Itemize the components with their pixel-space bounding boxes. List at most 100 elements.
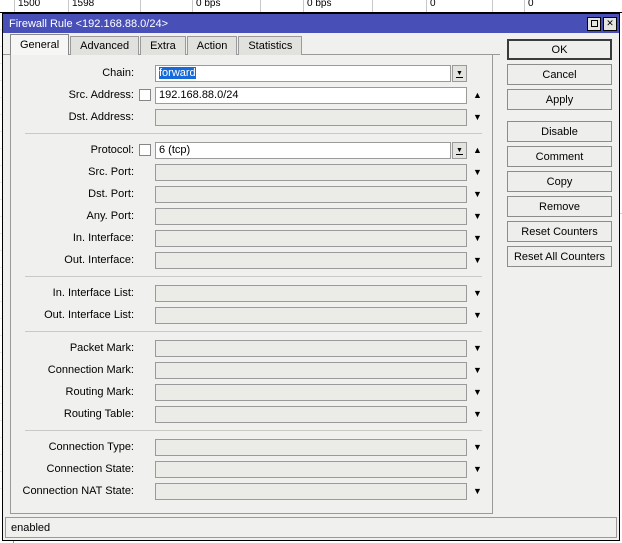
input-dst-address[interactable] bbox=[155, 108, 467, 126]
field-row-out-interface: Out. Interface: ▼ bbox=[11, 249, 492, 271]
selected-text: forward bbox=[159, 66, 196, 79]
input-connection-mark[interactable] bbox=[155, 361, 467, 379]
label-chain: Chain: bbox=[102, 67, 134, 79]
field-row-connection-state: Connection State: ▼ bbox=[11, 458, 492, 480]
label-routing-table: Routing Table: bbox=[63, 408, 134, 420]
label-out-interface-list: Out. Interface List: bbox=[44, 309, 134, 321]
maximize-icon[interactable] bbox=[587, 16, 601, 31]
dropdown-button-chain[interactable]: ▼ bbox=[452, 64, 467, 82]
status-bar: enabled bbox=[5, 517, 617, 538]
close-icon[interactable]: ✕ bbox=[603, 16, 617, 31]
general-tab-panel: Chain: forward ▼ Src. Address: 192.168.88.0/… bbox=[10, 55, 493, 514]
input-protocol[interactable]: 6 (tcp) bbox=[155, 141, 451, 159]
field-row-src-port: Src. Port: ▼ bbox=[11, 161, 492, 183]
input-dst-port[interactable] bbox=[155, 185, 467, 203]
expand-arrow-dst-port[interactable]: ▼ bbox=[469, 186, 486, 203]
label-packet-mark: Packet Mark: bbox=[69, 342, 134, 354]
copy-button[interactable]: Copy bbox=[507, 171, 612, 192]
bg-tick-value: 1598 bbox=[72, 0, 95, 9]
expand-arrow-routing-table[interactable]: ▼ bbox=[469, 406, 486, 423]
remove-button[interactable]: Remove bbox=[507, 196, 612, 217]
button-group-gap bbox=[507, 114, 612, 121]
tab-advanced[interactable]: Advanced bbox=[70, 36, 140, 55]
input-connection-state[interactable] bbox=[155, 460, 467, 478]
tab-statistics[interactable]: Statistics bbox=[238, 36, 303, 55]
input-out-interface[interactable] bbox=[155, 251, 467, 269]
expand-arrow-in-interface[interactable]: ▼ bbox=[469, 230, 486, 247]
expand-arrow-routing-mark[interactable]: ▼ bbox=[469, 384, 486, 401]
input-src-port[interactable] bbox=[155, 163, 467, 181]
dropdown-button-protocol[interactable]: ▼ bbox=[452, 141, 467, 159]
disable-button[interactable]: Disable bbox=[507, 121, 612, 142]
cancel-button[interactable]: Cancel bbox=[507, 64, 612, 85]
expand-arrow-src-port[interactable]: ▼ bbox=[469, 164, 486, 181]
expand-arrow-connection-nat-state[interactable]: ▼ bbox=[469, 483, 486, 500]
firewall-rule-dialog: Firewall Rule <192.168.88.0/24> ✕ Genera… bbox=[2, 13, 620, 541]
field-row-connection-type: Connection Type: ▼ bbox=[11, 436, 492, 458]
expand-arrow-any-port[interactable]: ▼ bbox=[469, 208, 486, 225]
label-protocol: Protocol: bbox=[90, 144, 134, 156]
input-connection-nat-state[interactable] bbox=[155, 482, 467, 500]
dialog-body: General Advanced Extra Action Statistics Cha… bbox=[3, 33, 619, 514]
reset-counters-button[interactable]: Reset Counters bbox=[507, 221, 612, 242]
bg-tick-value: 0 bps bbox=[307, 0, 332, 9]
input-routing-table[interactable] bbox=[155, 405, 467, 423]
reset-all-counters-button[interactable]: Reset All Counters bbox=[507, 246, 612, 267]
dialog-title: Firewall Rule <192.168.88.0/24> bbox=[9, 17, 168, 30]
field-row-connection-nat-state: Connection NAT State: ▼ bbox=[11, 480, 492, 502]
collapse-arrow-src-address[interactable]: ▲ bbox=[469, 87, 486, 104]
input-src-address[interactable]: 192.168.88.0/24 bbox=[155, 86, 467, 104]
input-connection-type[interactable] bbox=[155, 438, 467, 456]
ok-button[interactable]: OK bbox=[507, 39, 612, 60]
status-text: enabled bbox=[11, 521, 51, 534]
expand-arrow-dst-address[interactable]: ▼ bbox=[469, 109, 486, 126]
dialog-titlebar: Firewall Rule <192.168.88.0/24> ✕ bbox=[3, 14, 619, 33]
field-group-divider bbox=[25, 430, 482, 431]
tab-action[interactable]: Action bbox=[186, 36, 238, 55]
comment-button[interactable]: Comment bbox=[507, 146, 612, 167]
label-connection-nat-state: Connection NAT State: bbox=[22, 485, 135, 497]
checkbox-protocol[interactable] bbox=[139, 144, 151, 156]
input-packet-mark[interactable] bbox=[155, 339, 467, 357]
chevron-down-icon: ▼ bbox=[456, 146, 463, 154]
dropdown-underline bbox=[456, 76, 463, 78]
bg-tick-value: 1500 bbox=[18, 0, 41, 9]
expand-arrow-out-interface[interactable]: ▼ bbox=[469, 252, 486, 269]
background-stats-strip: 1500 1598 0 bps 0 bps 0 0 bbox=[0, 0, 622, 13]
apply-button[interactable]: Apply bbox=[507, 89, 612, 110]
input-out-interface-list[interactable] bbox=[155, 306, 467, 324]
field-row-in-interface: In. Interface: ▼ bbox=[11, 227, 492, 249]
dialog-left-column: General Advanced Extra Action Statistics Cha… bbox=[3, 33, 500, 514]
tab-extra[interactable]: Extra bbox=[140, 36, 186, 55]
window-controls: ✕ bbox=[587, 16, 617, 31]
expand-arrow-connection-mark[interactable]: ▼ bbox=[469, 362, 486, 379]
label-routing-mark: Routing Mark: bbox=[65, 386, 134, 398]
bg-tick-value: 0 bbox=[430, 0, 436, 9]
collapse-arrow-protocol[interactable]: ▲ bbox=[469, 142, 486, 159]
expand-arrow-in-interface-list[interactable]: ▼ bbox=[469, 285, 486, 302]
label-src-address: Src. Address: bbox=[68, 89, 134, 101]
input-routing-mark[interactable] bbox=[155, 383, 467, 401]
input-chain[interactable]: forward bbox=[155, 64, 451, 82]
field-row-in-interface-list: In. Interface List: ▼ bbox=[11, 282, 492, 304]
field-row-protocol: Protocol: 6 (tcp) ▼ ▲ bbox=[11, 139, 492, 161]
expand-arrow-connection-type[interactable]: ▼ bbox=[469, 439, 486, 456]
expand-arrow-packet-mark[interactable]: ▼ bbox=[469, 340, 486, 357]
label-connection-type: Connection Type: bbox=[48, 441, 134, 453]
field-row-connection-mark: Connection Mark: ▼ bbox=[11, 359, 492, 381]
field-group-divider bbox=[25, 331, 482, 332]
field-group-divider bbox=[25, 133, 482, 134]
input-in-interface[interactable] bbox=[155, 229, 467, 247]
bg-tick-value: 0 bbox=[528, 0, 534, 9]
label-dst-port: Dst. Port: bbox=[88, 188, 134, 200]
input-in-interface-list[interactable] bbox=[155, 284, 467, 302]
expand-arrow-out-interface-list[interactable]: ▼ bbox=[469, 307, 486, 324]
field-row-routing-mark: Routing Mark: ▼ bbox=[11, 381, 492, 403]
field-group-divider bbox=[25, 276, 482, 277]
checkbox-src-address[interactable] bbox=[139, 89, 151, 101]
label-out-interface: Out. Interface: bbox=[64, 254, 134, 266]
label-in-interface-list: In. Interface List: bbox=[52, 287, 134, 299]
tab-general[interactable]: General bbox=[10, 34, 70, 55]
input-any-port[interactable] bbox=[155, 207, 467, 225]
expand-arrow-connection-state[interactable]: ▼ bbox=[469, 461, 486, 478]
